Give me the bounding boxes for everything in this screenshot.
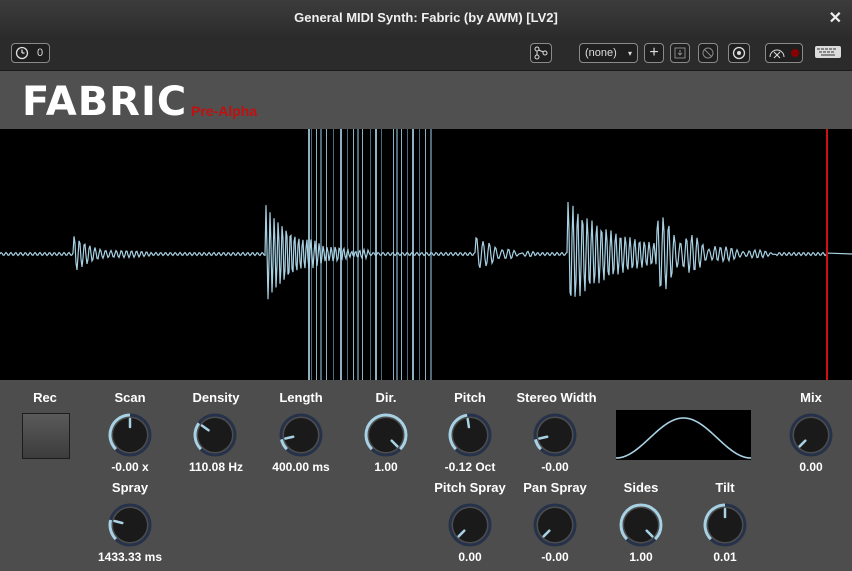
window-titlebar: General MIDI Synth: Fabric (by AWM) [LV2… bbox=[0, 0, 852, 36]
spray-value: 1433.33 ms bbox=[97, 550, 163, 564]
stereo-width-value: -0.00 bbox=[541, 460, 569, 474]
automation-button[interactable] bbox=[765, 43, 803, 63]
waveform-display[interactable] bbox=[0, 129, 852, 380]
close-icon[interactable]: ✕ bbox=[829, 8, 842, 28]
dir-knob[interactable] bbox=[363, 412, 409, 458]
timer-icon bbox=[15, 46, 29, 60]
envelope-curve bbox=[616, 417, 751, 459]
add-preset-button[interactable]: + bbox=[644, 43, 664, 63]
density-knob[interactable] bbox=[192, 412, 238, 458]
pitch-spray-knob[interactable] bbox=[447, 502, 493, 548]
rec-button[interactable] bbox=[22, 413, 70, 459]
mix-value: 0.00 bbox=[799, 460, 823, 474]
pan-spray-knob[interactable] bbox=[532, 502, 578, 548]
routing-button[interactable] bbox=[530, 43, 552, 63]
forbidden-icon bbox=[702, 47, 714, 59]
stereo-width-knob[interactable] bbox=[532, 412, 578, 458]
chevron-down-icon: ▾ bbox=[627, 48, 632, 58]
pitch-knob[interactable] bbox=[447, 412, 493, 458]
tilt-knob[interactable] bbox=[702, 502, 748, 548]
window-title: General MIDI Synth: Fabric (by AWM) [LV2… bbox=[294, 10, 558, 25]
preset-select[interactable]: (none) ▾ bbox=[579, 43, 638, 63]
keyboard-icon[interactable] bbox=[814, 44, 842, 60]
routing-icon bbox=[534, 46, 548, 60]
scan-knob[interactable] bbox=[107, 412, 153, 458]
plugin-header: FABRIC Pre-Alpha bbox=[0, 71, 852, 129]
spray-knob[interactable] bbox=[107, 502, 153, 548]
sides-knob[interactable] bbox=[618, 502, 664, 548]
spray-label: Spray bbox=[111, 480, 149, 495]
power-icon bbox=[732, 46, 746, 60]
latency-counter: 0 bbox=[37, 47, 44, 59]
grain-marker bbox=[407, 129, 408, 380]
grain-envelope-display bbox=[616, 410, 751, 460]
automation-icon bbox=[769, 49, 785, 59]
length-knob[interactable] bbox=[278, 412, 324, 458]
plugin-subtitle: Pre-Alpha bbox=[191, 103, 258, 119]
delete-preset-button[interactable] bbox=[698, 43, 718, 63]
save-preset-button[interactable] bbox=[670, 43, 690, 63]
bypass-button[interactable] bbox=[728, 43, 750, 63]
mix-label: Mix bbox=[800, 390, 822, 405]
preset-value: (none) bbox=[585, 47, 617, 59]
tilt-label: Tilt bbox=[715, 480, 735, 495]
stereo-width-label: Stereo Width bbox=[516, 390, 597, 405]
record-indicator-icon bbox=[791, 49, 799, 57]
mix-knob[interactable] bbox=[788, 412, 834, 458]
plugin-logo: FABRIC bbox=[22, 79, 188, 125]
toolbar: 0 (none) ▾ + bbox=[0, 36, 852, 71]
latency-button[interactable]: 0 bbox=[11, 43, 50, 63]
save-icon bbox=[674, 47, 686, 59]
tilt-value: 0.01 bbox=[713, 550, 737, 564]
